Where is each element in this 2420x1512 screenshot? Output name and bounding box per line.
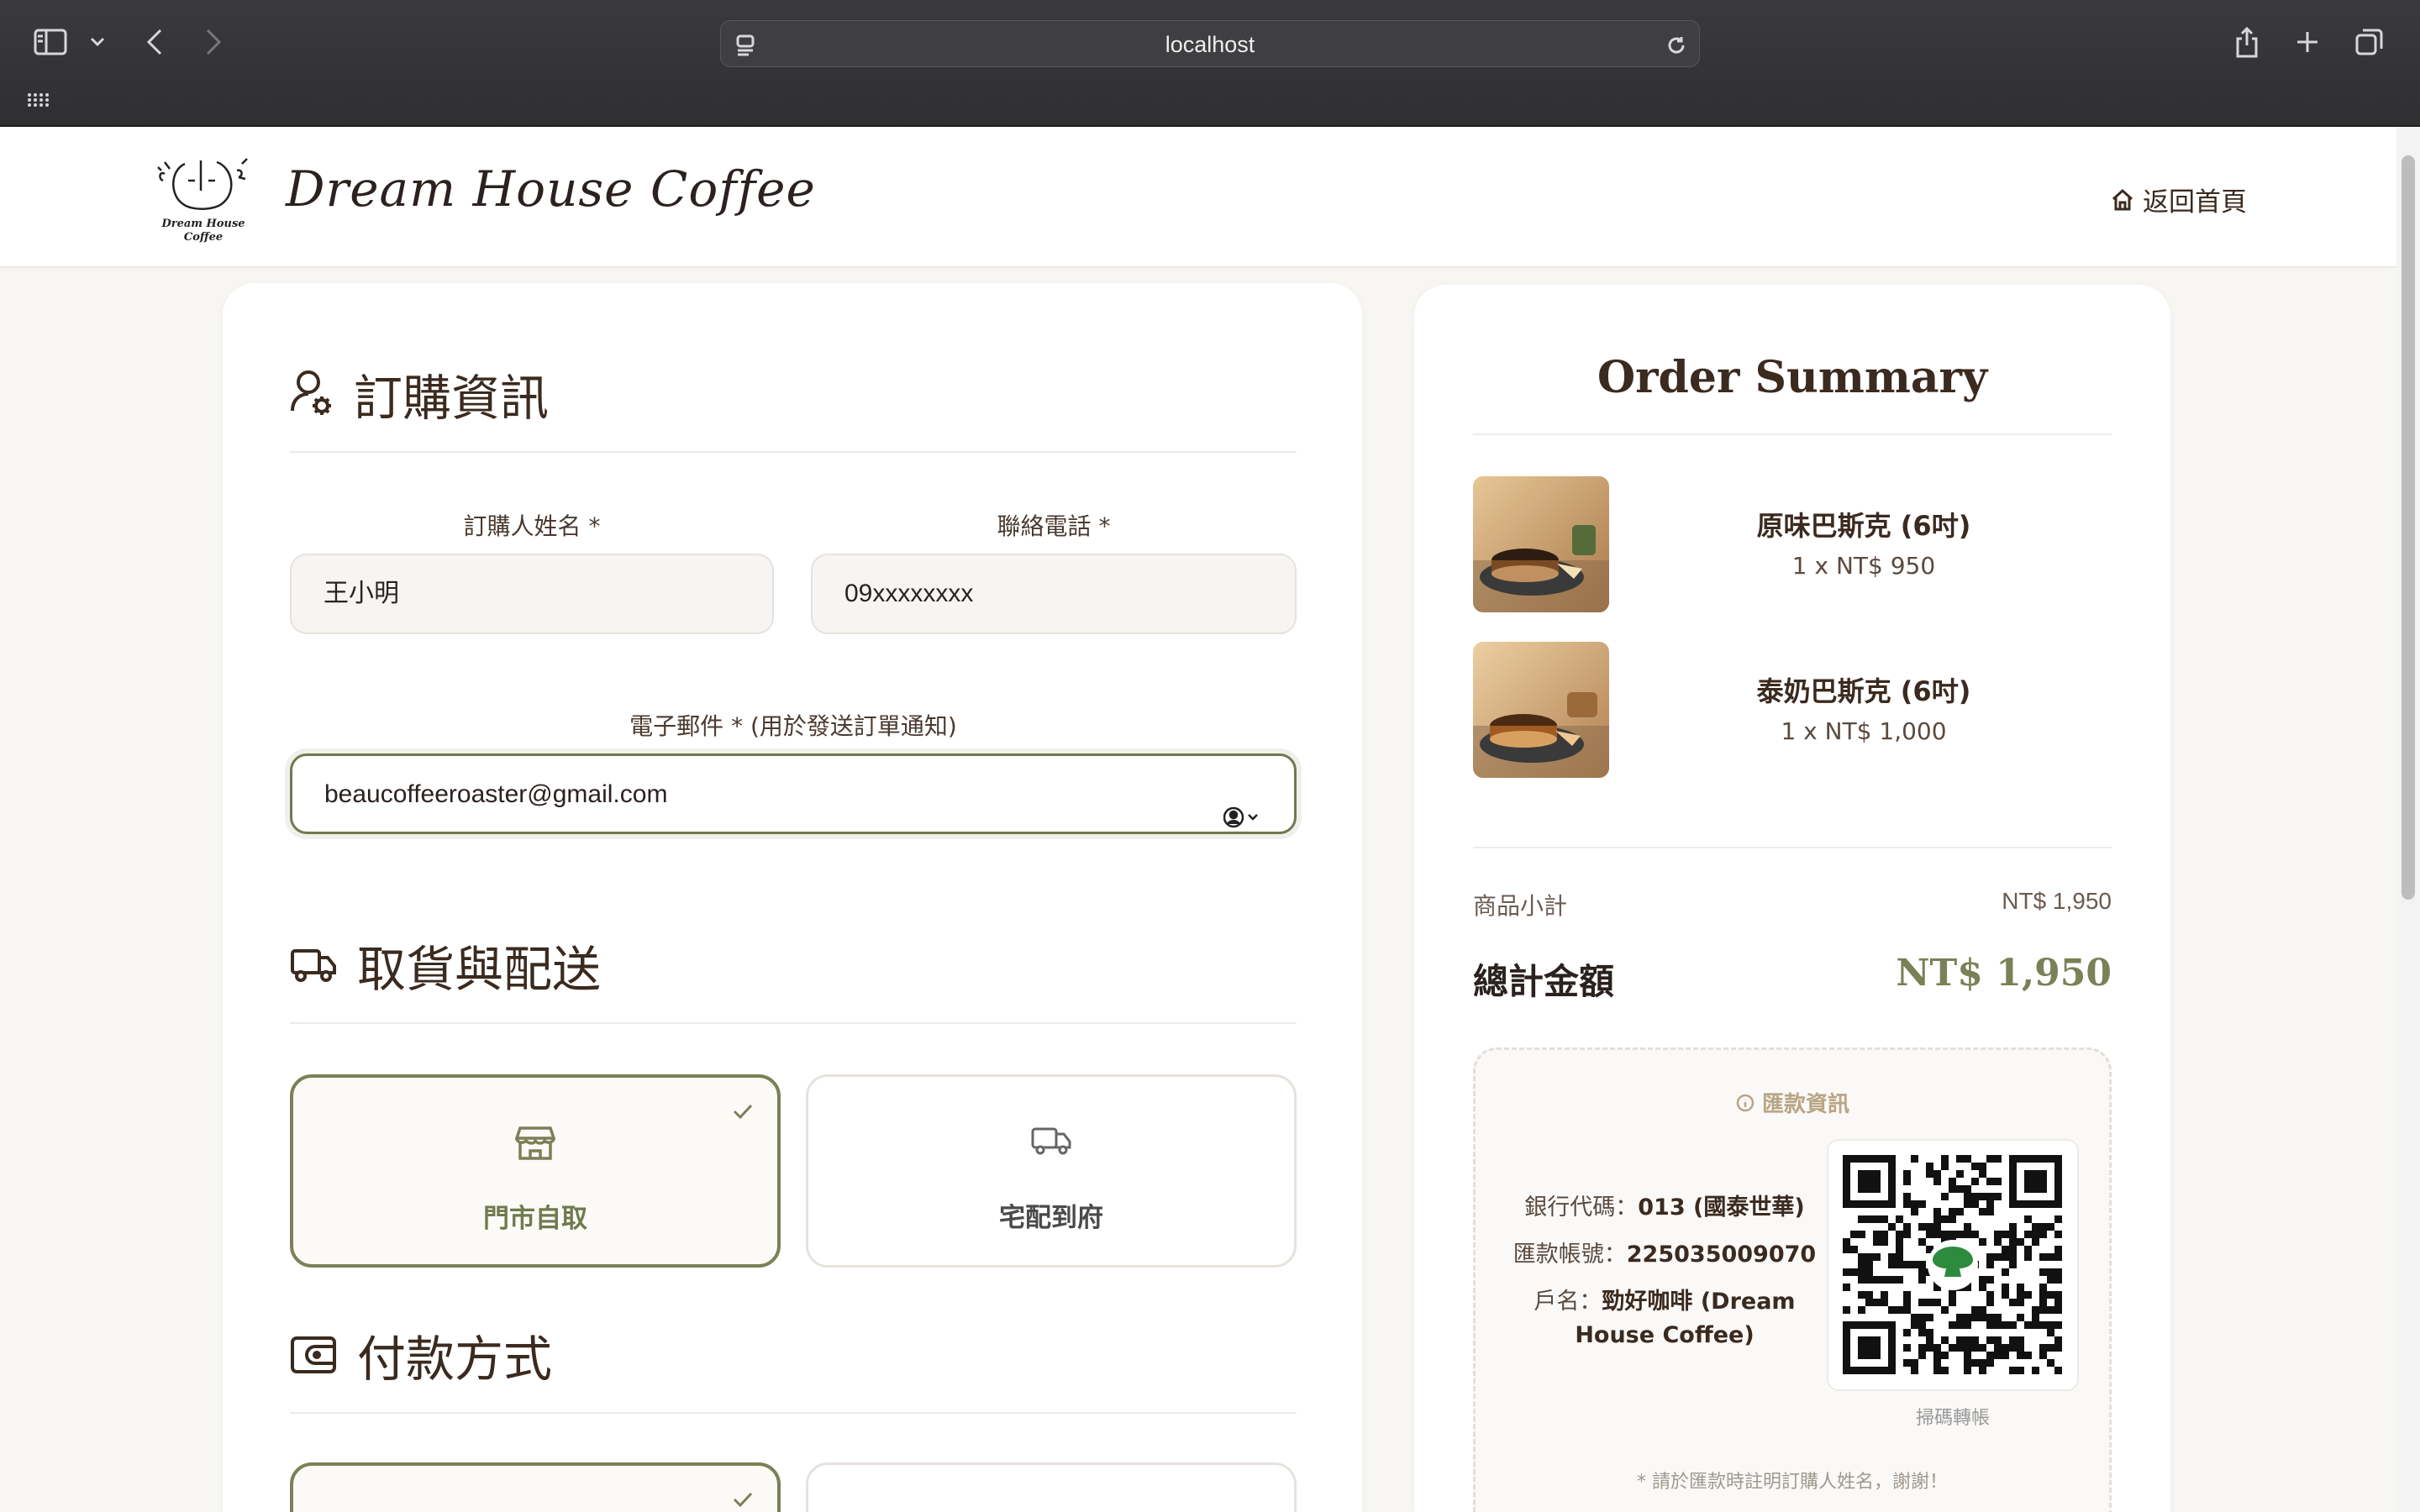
item-name: 泰奶巴斯克 (6吋) [1756, 675, 1971, 707]
home-link-label: 返回首頁 [2143, 187, 2247, 218]
home-icon [2112, 188, 2133, 210]
total-label: 總計金額 [1473, 961, 1615, 1002]
name-label: 訂購人姓名 * [463, 512, 601, 540]
back-arrow-icon[interactable] [141, 27, 168, 57]
bank-code-label: 銀行代碼： [1524, 1194, 1639, 1221]
order-info-title: 訂購資訊 [354, 370, 550, 427]
user-gear-icon [291, 370, 331, 415]
page-scrollbar[interactable] [2396, 127, 2420, 1512]
total-value: NT$ 1,950 [1896, 952, 2112, 995]
bank-holder-label: 戶名： [1534, 1289, 1602, 1315]
bank-info-title: 匯款資訊 [1476, 1087, 2109, 1118]
delivery-truck-icon [808, 1124, 1294, 1158]
site-header: Dream House Coffee Dream House Coffee 返回… [0, 127, 2396, 268]
payment-option-2[interactable] [806, 1462, 1297, 1512]
delivery-title: 取貨與配送 [357, 941, 602, 998]
item-name: 原味巴斯克 (6吋) [1756, 510, 1971, 542]
chevron-down-icon[interactable] [87, 32, 108, 52]
truck-icon [291, 949, 336, 982]
payment-title: 付款方式 [357, 1331, 553, 1388]
scrollbar-thumb[interactable] [2402, 155, 2415, 900]
tabs-overview-icon[interactable] [2353, 25, 2386, 59]
name-input[interactable]: 王小明 [290, 554, 774, 634]
product-image-thai-tea-basque [1473, 642, 1609, 778]
address-bar[interactable]: localhost [720, 20, 1700, 67]
delivery-option-store-pickup[interactable]: 門市自取 [290, 1074, 781, 1268]
payment-option-1[interactable] [290, 1462, 781, 1512]
summary-divider [1473, 847, 2112, 848]
subtotal-label: 商品小計 [1473, 892, 1568, 920]
bank-code-value: 013 (國泰世華) [1638, 1194, 1805, 1221]
email-input[interactable]: beaucoffeeroaster@gmail.com [290, 753, 1297, 834]
logo-text-line2: Coffee [183, 231, 224, 244]
checkout-form-card: 訂購資訊 訂購人姓名 * 王小明 聯絡電話 * 09xxxxxxxx 電子郵件 … [223, 283, 1362, 1512]
delivery-option-home-delivery[interactable]: 宅配到府 [806, 1074, 1297, 1268]
wallet-icon [291, 1336, 336, 1373]
home-link[interactable]: 返回首頁 [2111, 181, 2247, 218]
bank-code-line: 銀行代碼：013 (國泰世華) [1509, 1191, 1820, 1225]
item-qty: 1 x NT$ 1,000 [1781, 717, 1947, 745]
phone-label: 聯絡電話 * [997, 512, 1111, 540]
reload-icon[interactable] [1664, 33, 1689, 58]
store-icon [293, 1125, 777, 1162]
payment-header: 付款方式 [290, 1320, 1297, 1414]
bank-account-value: 225035009070 [1626, 1242, 1817, 1268]
delivery-header: 取貨與配送 [290, 930, 1297, 1024]
info-icon [1736, 1094, 1754, 1111]
site-logo[interactable]: Dream House Coffee [145, 145, 262, 251]
order-info-header: 訂購資訊 [290, 359, 1297, 453]
brand-name[interactable]: Dream House Coffee [286, 160, 816, 218]
payment-qr-code [1827, 1139, 2079, 1391]
browser-toolbar: localhost [0, 0, 2420, 127]
check-icon [732, 1103, 754, 1123]
bank-holder-line: 戶名：勁好咖啡 (Dream House Coffee) [1509, 1285, 1820, 1352]
qr-code-icon [1843, 1155, 2062, 1374]
check-icon [732, 1491, 754, 1511]
email-label: 電子郵件 * (用於發送訂單通知) [629, 712, 957, 740]
logo-text-line1: Dream House [161, 218, 245, 230]
store-pickup-label: 門市自取 [483, 1204, 587, 1234]
bank-transfer-info: 匯款資訊 銀行代碼：013 (國泰世華) 匯款帳號：225035009070 戶… [1473, 1047, 2112, 1512]
order-summary-title: Order Summary [1597, 352, 1988, 403]
item-qty: 1 x NT$ 950 [1791, 552, 1936, 580]
bank-holder-value: 勁好咖啡 (Dream House Coffee) [1575, 1289, 1796, 1348]
order-summary-card: Order Summary 原味巴斯克 (6吋) 1 x NT$ 950 泰奶巴… [1414, 285, 2170, 1512]
summary-divider [1473, 433, 2112, 435]
share-icon[interactable] [2232, 24, 2262, 60]
subtotal-value: NT$ 1,950 [2002, 888, 2112, 914]
home-delivery-label: 宅配到府 [999, 1203, 1103, 1233]
phone-input[interactable]: 09xxxxxxxx [811, 554, 1297, 634]
bank-info-title-text: 匯款資訊 [1761, 1092, 1849, 1117]
qr-caption: 掃碼轉帳 [1915, 1408, 1990, 1429]
url-text: localhost [1165, 32, 1255, 57]
new-tab-plus-icon[interactable] [2292, 27, 2323, 57]
autofill-contact-icon[interactable] [1223, 783, 1262, 860]
bank-account-line: 匯款帳號：225035009070 [1509, 1238, 1820, 1272]
sidebar-toggle-icon[interactable] [32, 25, 69, 59]
bank-note: * 請於匯款時註明訂購人姓名，謝謝！ [1637, 1472, 1948, 1493]
tab-grid-icon[interactable] [25, 89, 50, 111]
bank-account-label: 匯款帳號： [1512, 1242, 1627, 1268]
product-image-original-basque [1473, 476, 1609, 612]
forward-arrow-icon[interactable] [200, 27, 227, 57]
email-input-value: beaucoffeeroaster@gmail.com [324, 780, 668, 808]
